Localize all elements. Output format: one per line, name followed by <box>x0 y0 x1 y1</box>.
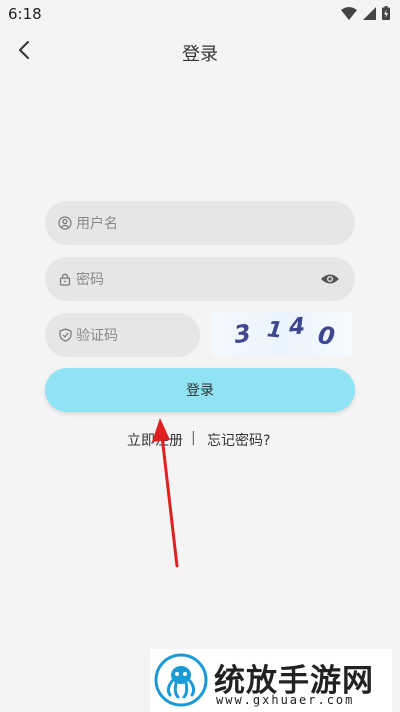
nav-bar: 登录 <box>0 28 400 74</box>
auth-links: 立即注册 | 忘记密码? <box>0 430 400 450</box>
signal-icon <box>363 6 376 20</box>
watermark: 统放手游网 www.gxhuaer.com <box>150 649 392 712</box>
username-field[interactable]: 用户名 <box>45 201 355 245</box>
status-time: 6:18 <box>8 5 42 23</box>
status-icons <box>341 6 390 20</box>
password-placeholder: 密码 <box>76 272 104 288</box>
captcha-digit: 1 <box>265 317 284 344</box>
captcha-digit: 0 <box>316 320 337 352</box>
login-button[interactable]: 登录 <box>45 368 355 412</box>
watermark-url: www.gxhuaer.com <box>216 693 355 707</box>
lock-icon <box>57 271 73 287</box>
captcha-field[interactable]: 验证码 <box>45 313 200 357</box>
status-bar: 6:18 <box>0 0 400 28</box>
shield-icon <box>57 327 73 343</box>
captcha-digit: 3 <box>232 318 253 350</box>
captcha-digit: 4 <box>288 313 306 341</box>
captcha-placeholder: 验证码 <box>76 328 118 344</box>
username-placeholder: 用户名 <box>76 216 118 232</box>
register-link[interactable]: 立即注册 <box>127 430 183 450</box>
eye-icon <box>321 274 339 284</box>
user-icon <box>57 215 73 231</box>
octopus-logo-icon <box>154 653 208 707</box>
page-title: 登录 <box>182 44 218 65</box>
wifi-icon <box>341 6 357 20</box>
forgot-password-link[interactable]: 忘记密码? <box>207 430 270 450</box>
battery-icon <box>382 6 390 20</box>
link-separator: | <box>191 430 196 446</box>
show-password-button[interactable] <box>319 269 341 289</box>
password-field[interactable]: 密码 <box>45 257 355 301</box>
captcha-image[interactable]: 3 1 4 0 <box>212 312 352 356</box>
